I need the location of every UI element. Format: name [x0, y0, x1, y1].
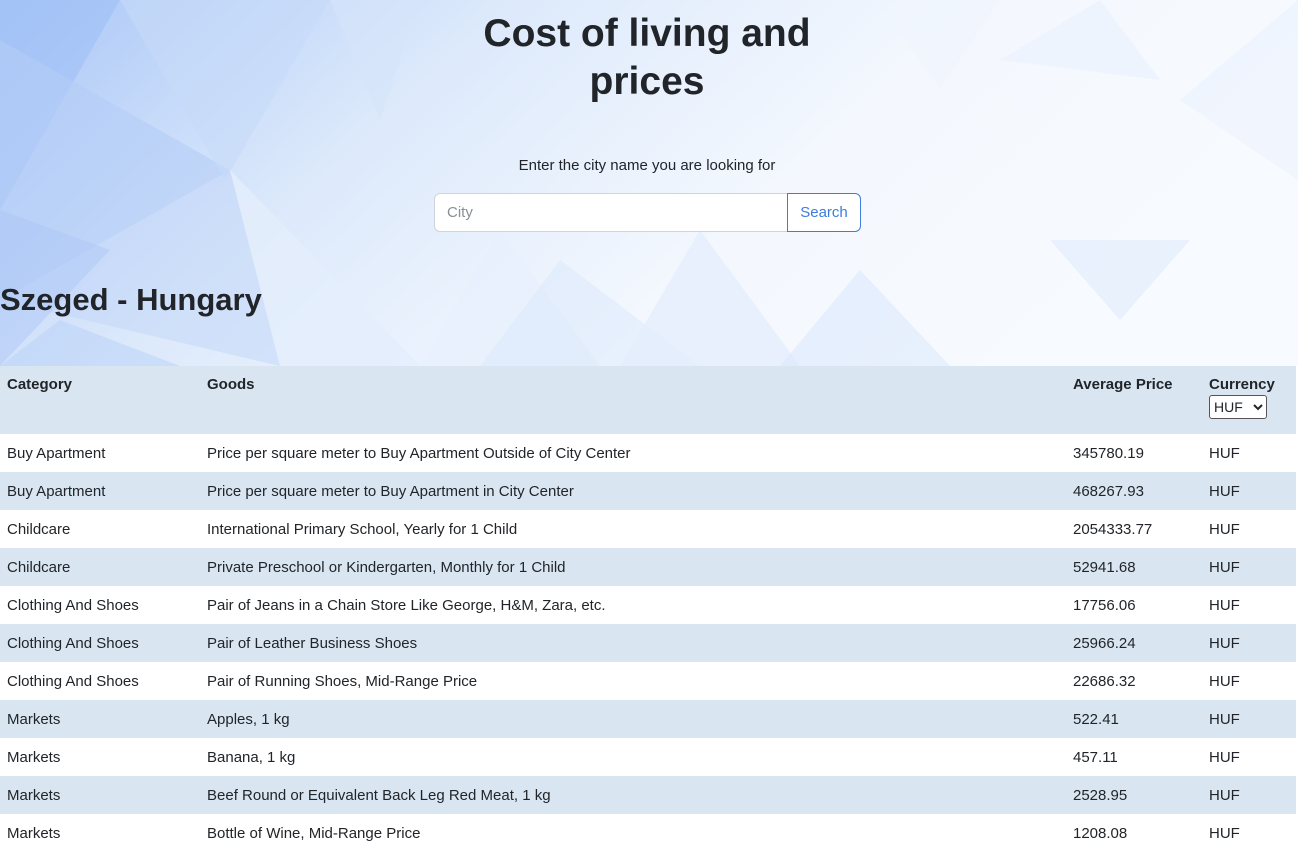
- currency-select[interactable]: HUF: [1209, 395, 1267, 419]
- cell-category: Clothing And Shoes: [0, 662, 200, 700]
- search-prompt: Enter the city name you are looking for: [518, 157, 776, 174]
- cell-currency: HUF: [1202, 624, 1296, 662]
- city-heading: Szeged - Hungary: [0, 282, 262, 317]
- table-row: Clothing And Shoes Pair of Jeans in a Cha…: [0, 586, 1296, 624]
- table-row: Buy Apartment Price per square meter to B…: [0, 434, 1296, 472]
- table-row: Markets Banana, 1 kg 457.11 HUF: [0, 738, 1296, 776]
- cell-category: Markets: [0, 700, 200, 738]
- cell-average-price: 52941.68: [1066, 548, 1202, 586]
- cell-average-price: 25966.24: [1066, 624, 1202, 662]
- cell-goods: Private Preschool or Kindergarten, Month…: [200, 548, 1066, 586]
- cell-average-price: 468267.93: [1066, 472, 1202, 510]
- table-body: Buy Apartment Price per square meter to B…: [0, 434, 1296, 852]
- cell-goods: Price per square meter to Buy Apartment …: [200, 472, 1066, 510]
- cell-currency: HUF: [1202, 662, 1296, 700]
- cell-average-price: 345780.19: [1066, 434, 1202, 472]
- cell-currency: HUF: [1202, 472, 1296, 510]
- cell-goods: Apples, 1 kg: [200, 700, 1066, 738]
- table-row: Childcare Private Preschool or Kindergart…: [0, 548, 1296, 586]
- column-header-goods: Goods: [200, 366, 1066, 434]
- cell-category: Clothing And Shoes: [0, 624, 200, 662]
- city-search-input[interactable]: [434, 193, 787, 232]
- cell-category: Childcare: [0, 548, 200, 586]
- cell-category: Buy Apartment: [0, 472, 200, 510]
- page-title-line-2: prices: [589, 60, 705, 103]
- cell-average-price: 522.41: [1066, 700, 1202, 738]
- table-row: Markets Beef Round or Equivalent Back Leg…: [0, 776, 1296, 814]
- cell-currency: HUF: [1202, 738, 1296, 776]
- cell-category: Markets: [0, 776, 200, 814]
- page-title-line-1: Cost of living and: [483, 12, 811, 55]
- page: Cost of living and prices Enter the city…: [0, 0, 1298, 865]
- cell-goods: Pair of Leather Business Shoes: [200, 624, 1066, 662]
- cell-goods: Pair of Jeans in a Chain Store Like Geor…: [200, 586, 1066, 624]
- table-row: Markets Bottle of Wine, Mid-Range Price 12…: [0, 814, 1296, 852]
- cell-goods: Bottle of Wine, Mid-Range Price: [200, 814, 1066, 852]
- cell-currency: HUF: [1202, 700, 1296, 738]
- cell-goods: International Primary School, Yearly for…: [200, 510, 1066, 548]
- search-button[interactable]: Search: [787, 193, 861, 232]
- cell-category: Childcare: [0, 510, 200, 548]
- cell-goods: Price per square meter to Buy Apartment …: [200, 434, 1066, 472]
- table-row: Markets Apples, 1 kg 522.41 HUF: [0, 700, 1296, 738]
- cell-average-price: 22686.32: [1066, 662, 1202, 700]
- table-header: Category Goods Average Price Currency HU…: [0, 366, 1296, 434]
- page-title: Cost of living and prices: [0, 10, 1294, 106]
- cell-goods: Beef Round or Equivalent Back Leg Red Me…: [200, 776, 1066, 814]
- table-row: Clothing And Shoes Pair of Leather Busine…: [0, 624, 1296, 662]
- cell-goods: Banana, 1 kg: [200, 738, 1066, 776]
- cell-currency: HUF: [1202, 814, 1296, 852]
- column-header-category: Category: [0, 366, 200, 434]
- table-header-row: Category Goods Average Price Currency HU…: [0, 366, 1296, 434]
- cell-average-price: 2528.95: [1066, 776, 1202, 814]
- currency-header-label: Currency: [1209, 376, 1275, 393]
- column-header-currency: Currency HUF: [1202, 366, 1296, 434]
- cell-currency: HUF: [1202, 548, 1296, 586]
- cell-average-price: 2054333.77: [1066, 510, 1202, 548]
- cell-average-price: 17756.06: [1066, 586, 1202, 624]
- cell-category: Buy Apartment: [0, 434, 200, 472]
- cell-average-price: 457.11: [1066, 738, 1202, 776]
- table-row: Childcare International Primary School, Y…: [0, 510, 1296, 548]
- cell-currency: HUF: [1202, 434, 1296, 472]
- search-form: Search: [434, 193, 861, 232]
- cell-currency: HUF: [1202, 510, 1296, 548]
- table-row: Buy Apartment Price per square meter to B…: [0, 472, 1296, 510]
- prices-table: Category Goods Average Price Currency HU…: [0, 366, 1296, 852]
- table-row: Clothing And Shoes Pair of Running Shoes,…: [0, 662, 1296, 700]
- cell-currency: HUF: [1202, 586, 1296, 624]
- cell-currency: HUF: [1202, 776, 1296, 814]
- cell-average-price: 1208.08: [1066, 814, 1202, 852]
- cell-goods: Pair of Running Shoes, Mid-Range Price: [200, 662, 1066, 700]
- cell-category: Markets: [0, 814, 200, 852]
- column-header-average-price: Average Price: [1066, 366, 1202, 434]
- cell-category: Clothing And Shoes: [0, 586, 200, 624]
- cell-category: Markets: [0, 738, 200, 776]
